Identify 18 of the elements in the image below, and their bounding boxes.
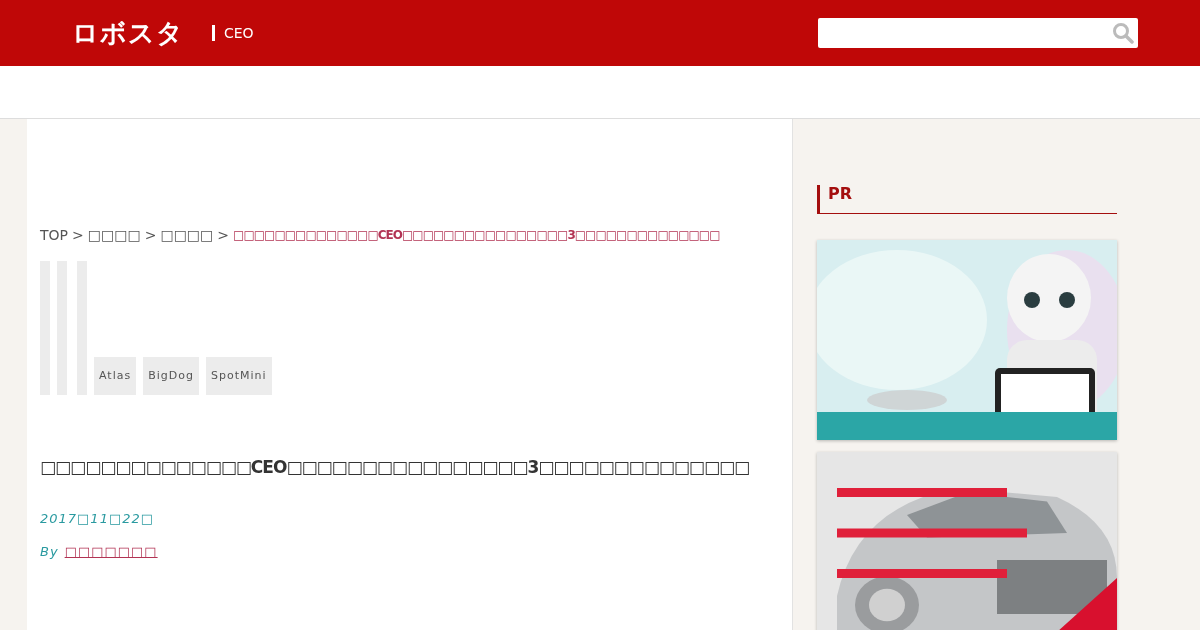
site-logo[interactable]: ロボスタ bbox=[72, 15, 184, 51]
breadcrumb-current: □□□□□□□□□□□□□□CEO□□□□□□□□□□□□□□□□3□□□□□□□□□□□□□□ bbox=[233, 228, 720, 242]
tag-link[interactable]: SpotMini bbox=[205, 357, 272, 395]
tag-link[interactable]: Atlas bbox=[94, 357, 137, 395]
byline-label: By bbox=[40, 544, 59, 559]
article-title: □□□□□□□□□□□□□□CEO□□□□□□□□□□□□□□□□3□□□□□□□□□□□□□□ bbox=[40, 457, 751, 477]
tag-link[interactable]: BigDog bbox=[143, 357, 199, 395]
breadcrumb-separator: > bbox=[72, 227, 84, 243]
section-label: CEO bbox=[212, 25, 254, 41]
article-date: 2017□11□22□ bbox=[40, 511, 156, 526]
breadcrumb-link[interactable]: TOP bbox=[40, 227, 68, 243]
search-field[interactable] bbox=[818, 18, 1138, 48]
breadcrumb-separator: > bbox=[144, 227, 157, 243]
breadcrumb-link[interactable]: □□□□ bbox=[160, 227, 214, 243]
breadcrumb-separator: > bbox=[217, 227, 230, 243]
sidebar-heading: PR bbox=[817, 185, 1117, 214]
breadcrumb-link[interactable]: □□□□ bbox=[87, 227, 141, 243]
author-link[interactable]: □□□□□□□ bbox=[64, 544, 158, 559]
